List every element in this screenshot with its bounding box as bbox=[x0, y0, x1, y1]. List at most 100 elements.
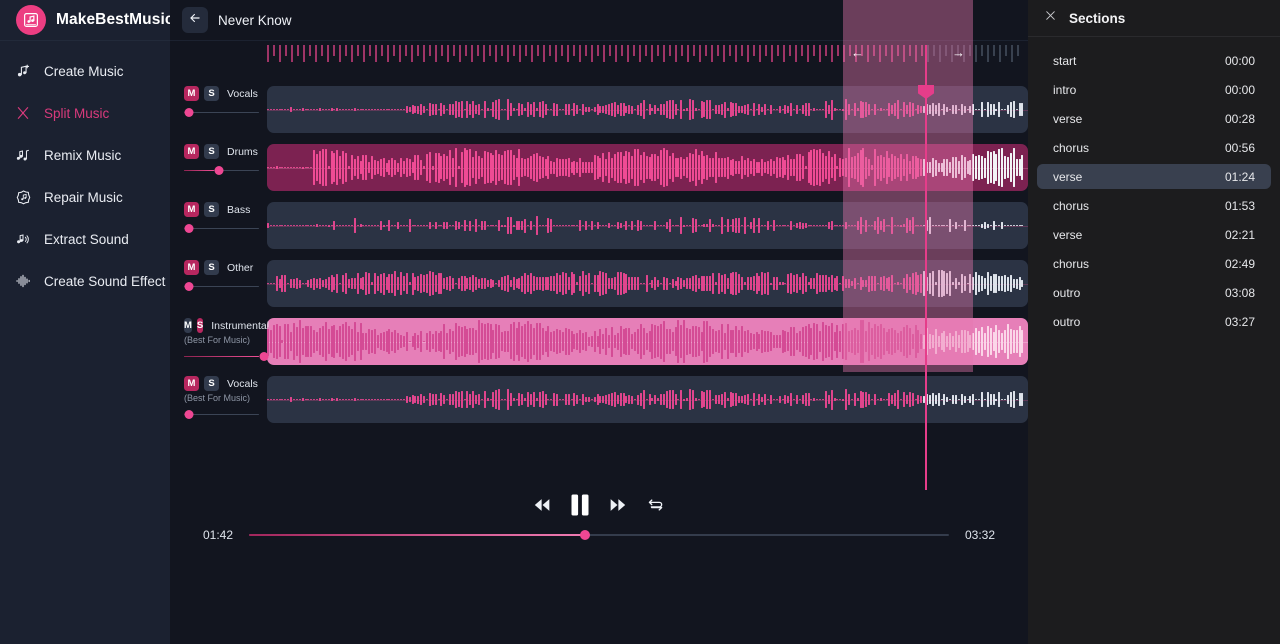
section-item[interactable]: verse 01:24 bbox=[1037, 164, 1271, 189]
fast-forward-button[interactable] bbox=[609, 498, 627, 517]
waveform-bars bbox=[267, 318, 1028, 365]
volume-slider-knob[interactable] bbox=[259, 352, 268, 361]
sidebar-item-extract-sound[interactable]: Extract Sound bbox=[0, 223, 170, 255]
track-subtitle: (Best For Music) bbox=[184, 335, 251, 345]
track-name: Other bbox=[227, 261, 254, 274]
sidebar-item-create-music[interactable]: Create Music bbox=[0, 55, 170, 87]
volume-slider-track bbox=[184, 413, 259, 416]
track-waveform[interactable] bbox=[267, 202, 1028, 249]
track-controls: M S Bass bbox=[170, 196, 267, 254]
section-label: chorus bbox=[1053, 256, 1090, 271]
volume-slider[interactable] bbox=[184, 410, 259, 419]
track-waveform[interactable] bbox=[267, 376, 1028, 423]
section-time: 00:28 bbox=[1224, 111, 1255, 126]
track-controls: M S Other bbox=[170, 254, 267, 312]
transport-buttons bbox=[170, 490, 1028, 524]
section-label: chorus bbox=[1053, 198, 1090, 213]
waveform-bars bbox=[267, 376, 1028, 423]
section-item[interactable]: outro 03:08 bbox=[1037, 280, 1271, 305]
seek-bar-fill bbox=[249, 534, 585, 536]
volume-slider[interactable] bbox=[184, 166, 259, 175]
seek-bar-knob[interactable] bbox=[580, 530, 590, 540]
close-icon[interactable] bbox=[1044, 9, 1057, 27]
section-label: outro bbox=[1053, 314, 1081, 329]
fast-forward-icon bbox=[609, 498, 627, 517]
section-time: 01:24 bbox=[1224, 169, 1255, 184]
note-speaker-icon bbox=[14, 230, 32, 248]
volume-slider-knob[interactable] bbox=[184, 282, 193, 291]
volume-slider[interactable] bbox=[184, 108, 259, 117]
track-row: M S Bass bbox=[170, 196, 1028, 254]
rewind-button[interactable] bbox=[533, 498, 551, 517]
loop-button[interactable] bbox=[646, 496, 665, 519]
volume-slider-knob[interactable] bbox=[184, 410, 193, 419]
track-waveform[interactable] bbox=[267, 86, 1028, 133]
pause-button[interactable] bbox=[570, 494, 590, 521]
gear-note-icon bbox=[14, 188, 32, 206]
mute-button[interactable]: M bbox=[184, 318, 192, 333]
sidebar-item-remix-music[interactable]: Remix Music bbox=[0, 139, 170, 171]
section-item[interactable]: outro 03:27 bbox=[1037, 309, 1271, 334]
track-waveform[interactable] bbox=[267, 144, 1028, 191]
track-subtitle: (Best For Music) bbox=[184, 393, 251, 403]
solo-button[interactable]: S bbox=[204, 202, 219, 217]
timeline-ruler[interactable] bbox=[267, 45, 1028, 71]
solo-button[interactable]: S bbox=[204, 144, 219, 159]
section-item[interactable]: chorus 00:56 bbox=[1037, 135, 1271, 160]
solo-button[interactable]: S bbox=[204, 86, 219, 101]
sections-header: Sections bbox=[1028, 0, 1280, 37]
volume-slider-knob[interactable] bbox=[214, 166, 223, 175]
total-time: 03:32 bbox=[964, 528, 995, 542]
sidebar-item-label: Repair Music bbox=[44, 189, 123, 205]
volume-slider-fill bbox=[184, 169, 214, 172]
sidebar-item-repair-music[interactable]: Repair Music bbox=[0, 181, 170, 213]
back-button[interactable] bbox=[182, 7, 208, 33]
split-fork-icon bbox=[14, 104, 32, 122]
section-item[interactable]: verse 00:28 bbox=[1037, 106, 1271, 131]
section-item[interactable]: start 00:00 bbox=[1037, 48, 1271, 73]
volume-slider[interactable] bbox=[184, 282, 259, 291]
section-time: 00:00 bbox=[1224, 53, 1255, 68]
track-controls: M S Vocals bbox=[170, 80, 267, 138]
mute-button[interactable]: M bbox=[184, 86, 199, 101]
sidebar-item-label: Create Sound Effect bbox=[44, 273, 166, 289]
editor-topbar: Never Know bbox=[170, 0, 1028, 41]
section-item[interactable]: intro 00:00 bbox=[1037, 77, 1271, 102]
solo-button[interactable]: S bbox=[196, 318, 204, 333]
section-label: intro bbox=[1053, 82, 1077, 97]
section-time: 02:21 bbox=[1224, 227, 1255, 242]
music-note-plus-icon bbox=[14, 62, 32, 80]
mute-button[interactable]: M bbox=[184, 260, 199, 275]
volume-slider-track bbox=[184, 227, 259, 230]
track-controls: M S Instrumental (Best For Music) bbox=[170, 312, 269, 370]
track-controls: M S Drums bbox=[170, 138, 267, 196]
section-time: 02:49 bbox=[1224, 256, 1255, 271]
solo-button[interactable]: S bbox=[204, 260, 219, 275]
volume-slider-knob[interactable] bbox=[184, 224, 193, 233]
sidebar-item-create-sound-effect[interactable]: Create Sound Effect bbox=[0, 265, 170, 297]
progress-row: 01:42 03:32 bbox=[170, 528, 1028, 542]
brand[interactable]: MakeBestMusic bbox=[0, 0, 174, 41]
section-item[interactable]: chorus 01:53 bbox=[1037, 193, 1271, 218]
section-item[interactable]: verse 02:21 bbox=[1037, 222, 1271, 247]
sections-title: Sections bbox=[1069, 10, 1126, 26]
mute-button[interactable]: M bbox=[184, 202, 199, 217]
volume-slider-knob[interactable] bbox=[184, 108, 193, 117]
track-row: M S Vocals bbox=[170, 80, 1028, 138]
mute-button[interactable]: M bbox=[184, 376, 199, 391]
track-waveform[interactable] bbox=[267, 318, 1028, 365]
mute-button[interactable]: M bbox=[184, 144, 199, 159]
volume-slider-track bbox=[184, 285, 259, 288]
track-list: M S Vocals M S Drums M S Bass M S Other M S Instrument… bbox=[170, 80, 1028, 452]
volume-slider-track bbox=[184, 111, 259, 114]
arrow-left-icon bbox=[188, 11, 202, 30]
volume-slider[interactable] bbox=[184, 352, 268, 361]
sidebar-nav: Create Music Split Music Remix Music Rep… bbox=[0, 41, 170, 297]
sidebar-item-split-music[interactable]: Split Music bbox=[0, 97, 170, 129]
solo-button[interactable]: S bbox=[204, 376, 219, 391]
section-item[interactable]: chorus 02:49 bbox=[1037, 251, 1271, 276]
seek-bar[interactable] bbox=[249, 530, 949, 541]
volume-slider[interactable] bbox=[184, 224, 259, 233]
sidebar-item-label: Extract Sound bbox=[44, 231, 129, 247]
track-waveform[interactable] bbox=[267, 260, 1028, 307]
